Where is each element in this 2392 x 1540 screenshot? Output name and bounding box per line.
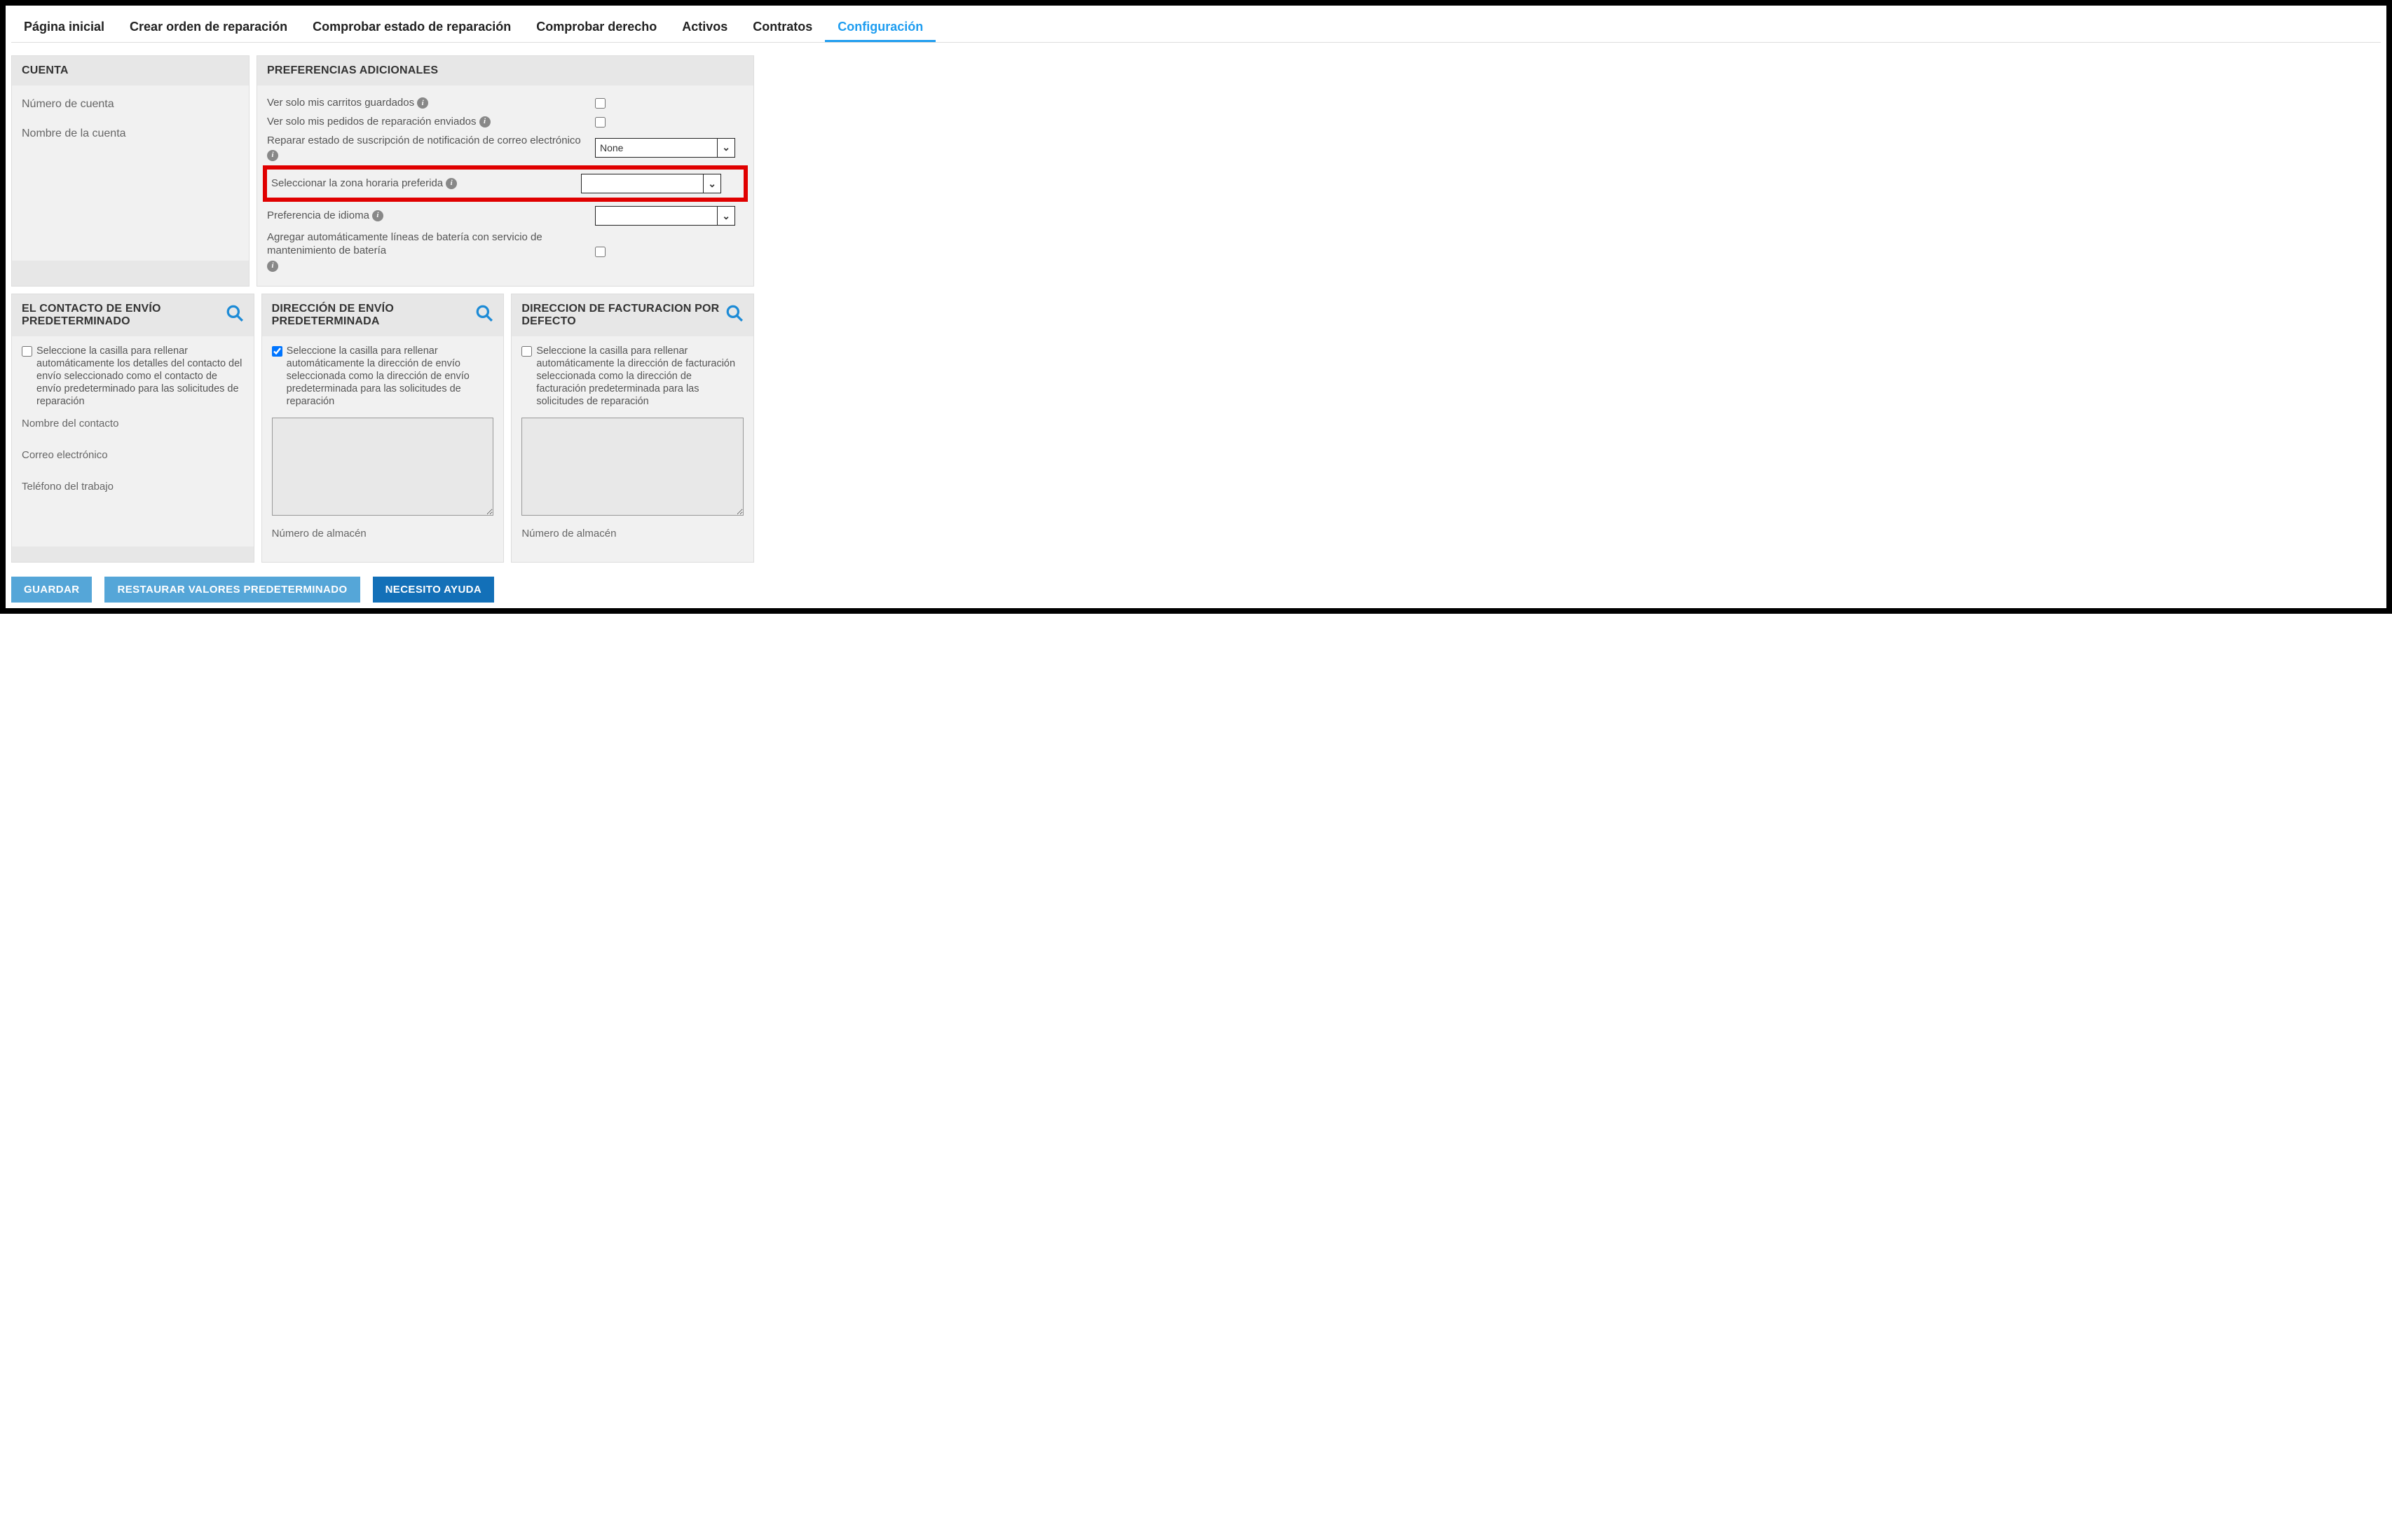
info-icon[interactable]: i [479,116,491,128]
tab-home[interactable]: Página inicial [11,14,117,42]
restore-defaults-button[interactable]: RESTAURAR VALORES PREDETERMINADO [104,577,360,603]
pref-label-timezone: Seleccionar la zona horaria preferida [271,177,443,191]
search-icon[interactable] [226,304,244,326]
contact-name-label: Nombre del contacto [22,418,244,429]
panel-additional-prefs: PREFERENCIAS ADICIONALES Ver solo mis ca… [257,55,754,287]
textarea-bill-address[interactable] [521,418,744,516]
chevron-down-icon: ⌄ [717,207,730,225]
info-icon[interactable]: i [267,261,278,272]
checkbox-default-ship-address-label: Seleccione la casilla para rellenar auto… [287,345,494,408]
search-icon[interactable] [725,304,744,326]
checkbox-default-bill-address-label: Seleccione la casilla para rellenar auto… [536,345,744,408]
pref-label-email-subscription: Reparar estado de suscripción de notific… [267,135,581,148]
info-icon[interactable]: i [372,210,383,221]
panel-bill-address: DIRECCION DE FACTURACION POR DEFECTO Sel… [511,294,754,563]
tab-configuration[interactable]: Configuración [825,14,936,42]
account-name-label: Nombre de la cuenta [22,128,239,140]
info-icon[interactable]: i [446,178,457,189]
select-email-subscription-value: None [600,142,623,153]
pref-label-sent-orders: Ver solo mis pedidos de reparación envia… [267,116,477,129]
checkbox-saved-carts[interactable] [595,98,606,109]
tab-check-status[interactable]: Comprobar estado de reparación [300,14,524,42]
panel-ship-address: DIRECCIÓN DE ENVÍO PREDETERMINADA Selecc… [261,294,505,563]
ship-warehouse-label: Número de almacén [272,528,494,539]
panel-ship-contact-title: EL CONTACTO DE ENVÍO PREDETERMINADO [22,303,220,328]
tab-contracts[interactable]: Contratos [740,14,825,42]
pref-label-saved-carts: Ver solo mis carritos guardados [267,97,414,110]
pref-label-language: Preferencia de idioma [267,209,369,223]
select-timezone[interactable]: ⌄ [581,174,721,193]
checkbox-default-ship-contact[interactable] [22,346,32,357]
checkbox-auto-battery[interactable] [595,247,606,257]
checkbox-default-bill-address[interactable] [521,346,532,357]
chevron-down-icon: ⌄ [703,174,716,193]
select-email-subscription[interactable]: None ⌄ [595,138,735,158]
chevron-down-icon: ⌄ [717,139,730,157]
highlighted-timezone-row: Seleccionar la zona horaria preferida i … [263,165,748,202]
textarea-ship-address[interactable] [272,418,494,516]
checkbox-default-ship-address[interactable] [272,346,282,357]
panel-ship-contact: EL CONTACTO DE ENVÍO PREDETERMINADO Sele… [11,294,254,563]
contact-email-label: Correo electrónico [22,449,244,461]
save-button[interactable]: GUARDAR [11,577,92,603]
account-number-label: Número de cuenta [22,98,239,111]
checkbox-sent-orders[interactable] [595,117,606,128]
panel-ship-address-title: DIRECCIÓN DE ENVÍO PREDETERMINADA [272,303,470,328]
panel-account-title: CUENTA [12,56,249,85]
panel-prefs-title: PREFERENCIAS ADICIONALES [257,56,753,85]
need-help-button[interactable]: NECESITO AYUDA [373,577,495,603]
pref-label-auto-battery: Agregar automáticamente líneas de baterí… [267,231,587,258]
tab-bar: Página inicial Crear orden de reparación… [11,10,2381,43]
info-icon[interactable]: i [267,150,278,161]
contact-phone-label: Teléfono del trabajo [22,481,244,493]
bill-warehouse-label: Número de almacén [521,528,744,539]
panel-account: CUENTA Número de cuenta Nombre de la cue… [11,55,250,287]
tab-create-order[interactable]: Crear orden de reparación [117,14,300,42]
search-icon[interactable] [475,304,493,326]
tab-assets[interactable]: Activos [669,14,740,42]
panel-bill-address-title: DIRECCION DE FACTURACION POR DEFECTO [521,303,720,328]
checkbox-default-ship-contact-label: Seleccione la casilla para rellenar auto… [36,345,244,408]
info-icon[interactable]: i [417,97,428,109]
tab-check-entitlement[interactable]: Comprobar derecho [524,14,669,42]
select-language[interactable]: ⌄ [595,206,735,226]
